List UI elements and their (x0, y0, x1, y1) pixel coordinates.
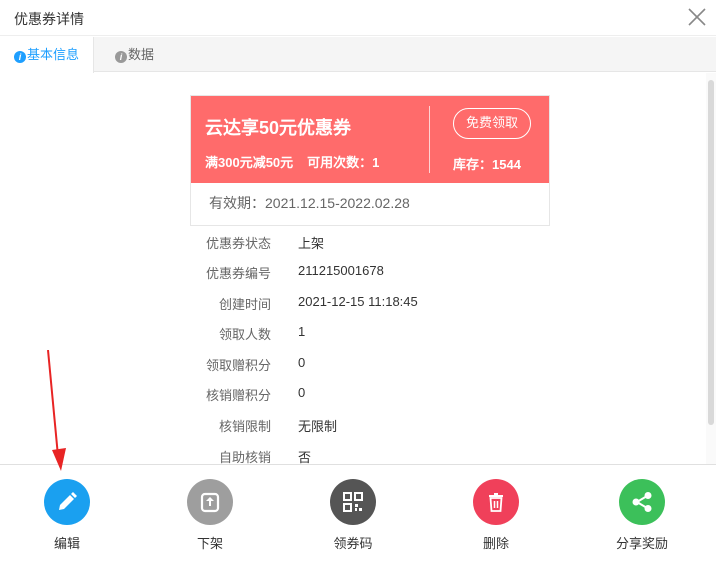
tab-data[interactable]: i 数据 (101, 37, 168, 72)
detail-row: 领取赠积分 0 (0, 355, 706, 375)
detail-label: 优惠券状态 (205, 236, 271, 251)
detail-row: 核销限制 无限制 (0, 416, 706, 436)
coupon-terms: 满300元减50元 可用次数：1 (205, 152, 393, 171)
detail-row: 创建时间 2021-12-15 11:18:45 (0, 294, 706, 314)
detail-content: 云达享50元优惠券 满300元减50元 可用次数：1 免费领取 库存：1544 有… (0, 73, 706, 464)
share-icon (619, 479, 665, 525)
coupon-code-label: 领券码 (333, 536, 373, 551)
edit-button[interactable]: 编辑 (17, 479, 117, 552)
coupon-code-button[interactable]: 领券码 (303, 479, 403, 552)
info-icon: i (14, 51, 26, 63)
detail-row: 优惠券状态 上架 (0, 233, 706, 253)
detail-label: 领取人数 (218, 327, 271, 342)
detail-row: 自助核销 否 (0, 447, 706, 464)
unshelve-label: 下架 (196, 536, 223, 551)
detail-row: 核销赠积分 0 (0, 385, 706, 405)
claim-button[interactable]: 免费领取 (453, 108, 531, 139)
share-reward-label: 分享奖励 (615, 536, 668, 551)
unshelve-icon (187, 479, 233, 525)
close-icon[interactable] (686, 6, 708, 28)
detail-value: 0 (298, 385, 306, 400)
detail-label: 自助核销 (218, 450, 271, 464)
unshelve-button[interactable]: 下架 (160, 479, 260, 552)
coupon-divider (429, 106, 430, 173)
tab-bar: i 基本信息 i 数据 (0, 37, 716, 73)
edit-label: 编辑 (53, 536, 80, 551)
scrollbar-thumb[interactable] (708, 80, 714, 425)
coupon-usage: 可用次数：1 (307, 155, 380, 170)
delete-label: 删除 (482, 536, 509, 551)
detail-value: 否 (298, 450, 312, 464)
detail-label: 领取赠积分 (205, 358, 271, 373)
coupon-card-header: 云达享50元优惠券 满300元减50元 可用次数：1 免费领取 库存：1544 (191, 96, 549, 183)
detail-value: 上架 (298, 236, 325, 251)
detail-value: 2021-12-15 11:18:45 (298, 294, 418, 309)
detail-value: 0 (298, 355, 306, 370)
qr-code-icon (330, 479, 376, 525)
coupon-validity: 有效期：2021.12.15-2022.02.28 (209, 195, 410, 211)
detail-label: 优惠券编号 (205, 266, 271, 281)
detail-value: 1 (298, 324, 306, 339)
detail-row: 优惠券编号 211215001678 (0, 263, 706, 283)
coupon-condition: 满300元减50元 (205, 155, 294, 170)
tab-basic-info[interactable]: i 基本信息 (0, 37, 95, 73)
action-bar: 编辑 下架 领券码 删除 分享奖励 (0, 464, 716, 561)
share-reward-button[interactable]: 分享奖励 (592, 479, 692, 552)
detail-value: 211215001678 (298, 263, 384, 278)
tab-basic-info-label: 基本信息 (27, 47, 80, 62)
detail-row: 领取人数 1 (0, 324, 706, 344)
coupon-name: 云达享50元优惠券 (205, 118, 352, 138)
trash-icon (473, 479, 519, 525)
detail-label: 创建时间 (218, 297, 271, 312)
dialog-titlebar: 优惠券详情 (0, 0, 716, 36)
info-icon: i (115, 51, 127, 63)
pencil-icon (44, 479, 90, 525)
coupon-card: 云达享50元优惠券 满300元减50元 可用次数：1 免费领取 库存：1544 有… (190, 95, 550, 226)
dialog-title: 优惠券详情 (14, 11, 84, 27)
delete-button[interactable]: 删除 (446, 479, 546, 552)
detail-label: 核销赠积分 (205, 388, 271, 403)
tab-data-label: 数据 (128, 47, 155, 62)
coupon-stock: 库存：1544 (453, 157, 521, 172)
detail-value: 无限制 (298, 419, 338, 434)
detail-label: 核销限制 (218, 419, 271, 434)
